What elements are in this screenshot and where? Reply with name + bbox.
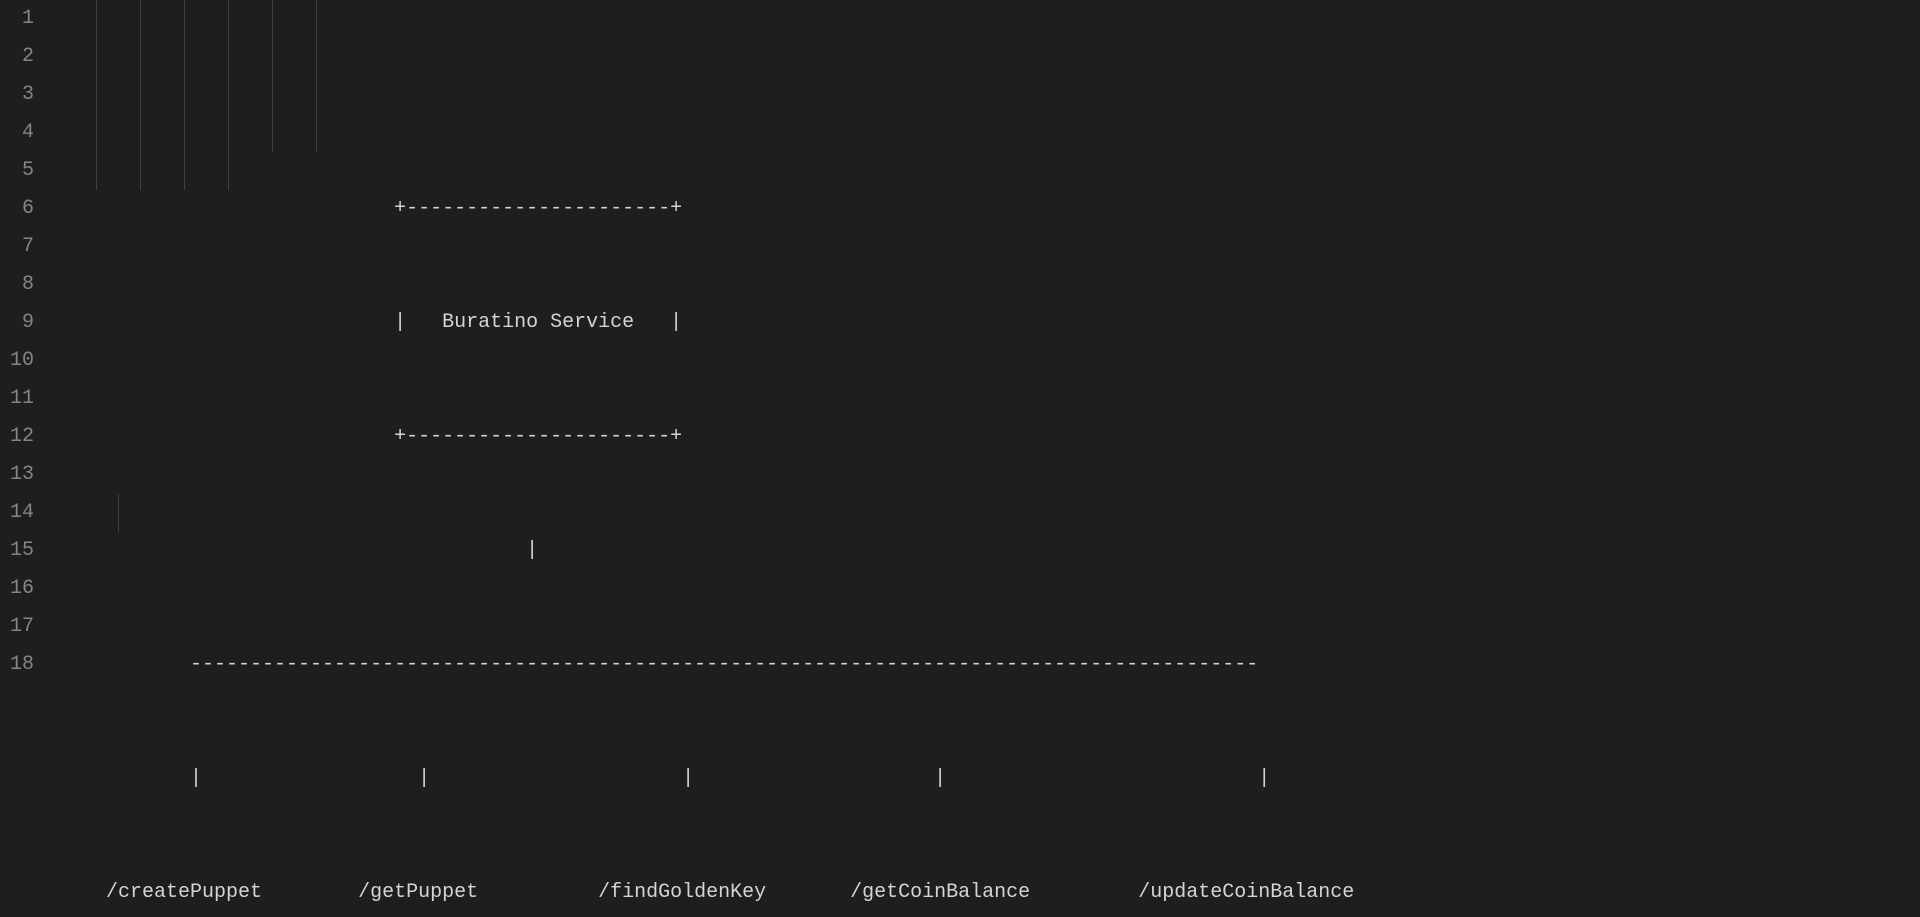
line-number: 4 [10, 114, 34, 152]
line-number-gutter: 123456789101112131415161718 [0, 0, 52, 917]
line-number: 3 [10, 76, 34, 114]
line-number: 17 [10, 608, 34, 646]
line-number: 18 [10, 646, 34, 684]
diagram-line: +----------------------+ [58, 418, 1920, 456]
line-number: 16 [10, 570, 34, 608]
diagram-line: | [58, 532, 1920, 570]
line-number: 2 [10, 38, 34, 76]
line-number: 13 [10, 456, 34, 494]
line-number: 15 [10, 532, 34, 570]
line-number: 10 [10, 342, 34, 380]
line-number: 6 [10, 190, 34, 228]
diagram-line: +----------------------+ [58, 190, 1920, 228]
line-number: 9 [10, 304, 34, 342]
line-number: 1 [10, 0, 34, 38]
line-number: 12 [10, 418, 34, 456]
line-number: 5 [10, 152, 34, 190]
diagram-line: ----------------------------------------… [58, 646, 1920, 684]
diagram-line: | Buratino Service | [58, 304, 1920, 342]
line-number: 11 [10, 380, 34, 418]
code-editor: 123456789101112131415161718 +-----------… [0, 0, 1920, 917]
line-number: 14 [10, 494, 34, 532]
line-number: 8 [10, 266, 34, 304]
code-area: +----------------------+ | Buratino Serv… [52, 0, 1920, 917]
diagram-line: /createPuppet /getPuppet /findGoldenKey … [58, 874, 1920, 912]
line-number: 7 [10, 228, 34, 266]
diagram-line: | | | | | [58, 760, 1920, 798]
